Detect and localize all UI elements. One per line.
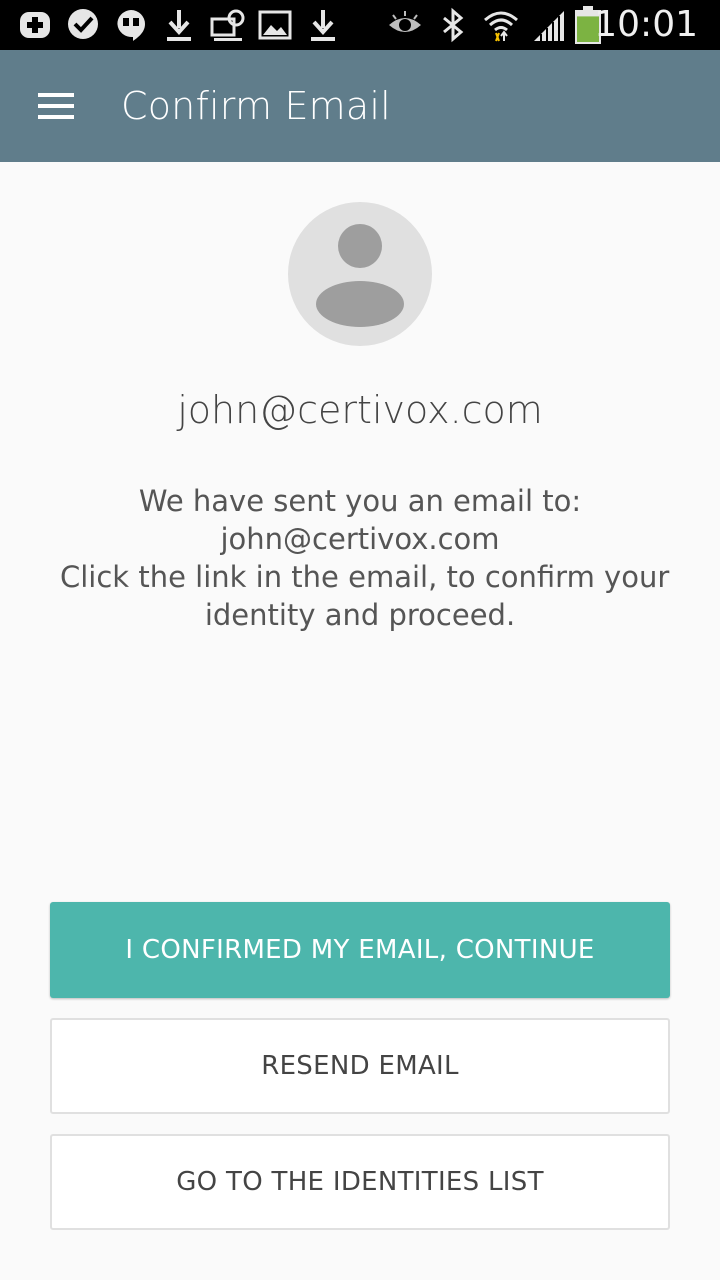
identities-list-button[interactable]: GO TO THE IDENTITIES LIST	[50, 1134, 670, 1230]
check-heart-icon	[64, 6, 102, 44]
resend-email-button[interactable]: RESEND EMAIL	[50, 1018, 670, 1114]
image-icon	[256, 6, 294, 44]
person-avatar-icon	[288, 202, 432, 346]
hangouts-icon	[112, 6, 150, 44]
plus-shield-icon	[16, 6, 54, 44]
page-title: Confirm Email	[121, 84, 391, 128]
confirmation-message: We have sent you an email to: john@certi…	[60, 482, 670, 634]
status-time: 10:01	[594, 4, 698, 45]
voicemail-icon	[208, 6, 246, 44]
hamburger-menu-icon	[38, 93, 74, 119]
message-line: identity and proceed.	[204, 598, 516, 632]
download-icon	[304, 6, 342, 44]
eye-icon	[386, 6, 424, 44]
status-bar: 10:01	[0, 0, 720, 50]
confirm-continue-button[interactable]: I CONFIRMED MY EMAIL, CONTINUE	[50, 902, 670, 998]
signal-icon	[530, 6, 568, 44]
message-email: john@certivox.com	[220, 522, 500, 556]
wifi-icon	[482, 6, 520, 44]
app-bar: Confirm Email	[0, 50, 720, 162]
identity-email: john@certivox.com	[177, 388, 543, 432]
message-line: We have sent you an email to:	[138, 484, 582, 518]
menu-button[interactable]	[24, 78, 88, 134]
bluetooth-icon	[434, 6, 472, 44]
download-icon	[160, 6, 198, 44]
message-line: Click the link in the email, to confirm …	[60, 560, 670, 594]
